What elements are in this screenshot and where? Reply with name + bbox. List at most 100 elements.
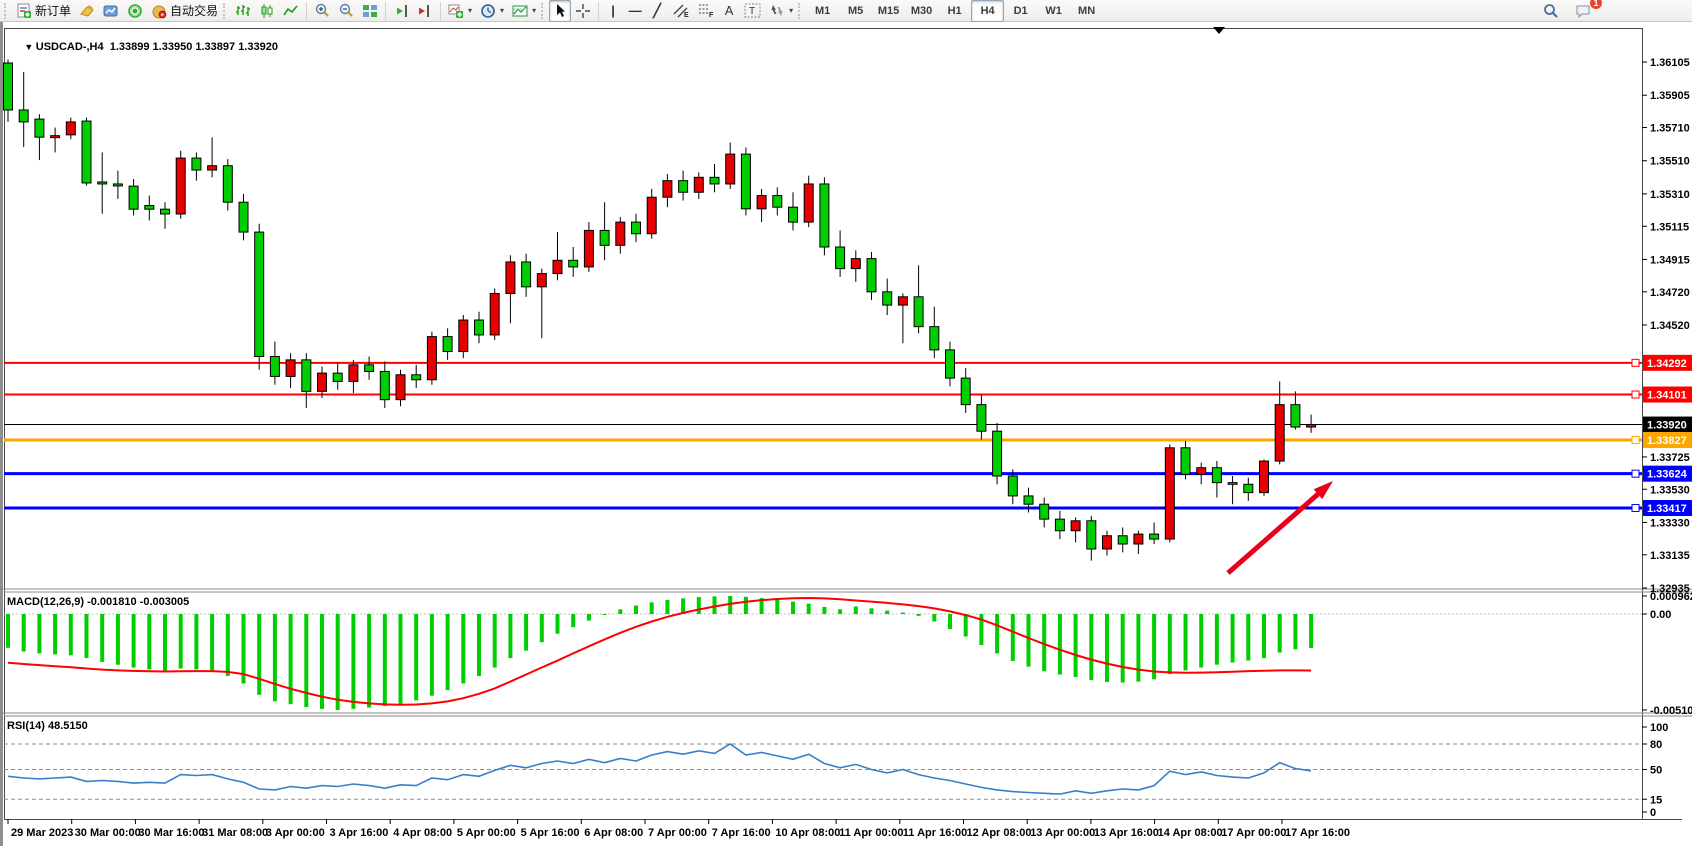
candle-body xyxy=(663,181,672,198)
candle-body xyxy=(129,186,138,209)
price-line-label-text: 1.33624 xyxy=(1647,469,1688,481)
svg-text:F: F xyxy=(709,12,714,18)
toolbar-grip[interactable] xyxy=(798,3,803,19)
timeframe-mn-button[interactable]: MN xyxy=(1070,0,1103,22)
candle-body xyxy=(679,181,688,193)
candle-body xyxy=(1228,483,1237,485)
candle-body xyxy=(789,207,798,222)
macd-histogram-bar xyxy=(336,614,340,710)
equidistant-channel-icon: E xyxy=(672,3,689,18)
macd-histogram-bar xyxy=(1168,614,1172,674)
timeframe-h1-button[interactable]: H1 xyxy=(938,0,971,22)
zoom-in-button[interactable] xyxy=(310,0,334,22)
bar-chart-icon xyxy=(235,3,251,19)
auto-trading-button[interactable]: 自动交易 xyxy=(147,0,222,22)
templates-button[interactable]: ▾ xyxy=(508,0,540,22)
chart-shift-button[interactable] xyxy=(413,0,437,22)
cursor-icon xyxy=(553,3,567,18)
candlestick-chart-button[interactable] xyxy=(255,0,279,22)
macd-histogram-bar xyxy=(69,614,73,655)
timeframe-h4-button[interactable]: H4 xyxy=(971,0,1004,22)
vertical-line-button[interactable]: | xyxy=(602,0,624,22)
macd-histogram-bar xyxy=(1105,614,1109,682)
price-line-label-text: 1.33920 xyxy=(1647,420,1687,432)
candle-body xyxy=(836,247,845,269)
periods-button[interactable]: ▾ xyxy=(476,0,508,22)
macd-histogram-bar xyxy=(540,614,544,642)
candle-body xyxy=(616,222,625,245)
candle-body xyxy=(192,158,201,170)
terminal-icon xyxy=(103,3,119,19)
signals-icon xyxy=(127,3,143,19)
timeframe-d1-button[interactable]: D1 xyxy=(1004,0,1037,22)
candle-body xyxy=(1181,448,1190,475)
symbol-dropdown-icon[interactable]: ▼ xyxy=(24,42,35,52)
horizontal-line-button[interactable]: — xyxy=(624,0,646,22)
timeframe-m30-button[interactable]: M30 xyxy=(905,0,938,22)
candle-body xyxy=(773,196,782,208)
candle-body xyxy=(396,375,405,400)
text-button[interactable]: A xyxy=(718,0,740,22)
text-label-button[interactable]: T xyxy=(740,0,765,22)
timeframe-m1-button[interactable]: M1 xyxy=(806,0,839,22)
trendline-button[interactable]: ╱ xyxy=(646,0,668,22)
text-label-icon: T xyxy=(744,3,761,18)
candle-body xyxy=(1134,534,1143,544)
candle-body xyxy=(113,184,122,186)
candle-body xyxy=(1055,519,1064,531)
macd-histogram-bar xyxy=(461,614,465,684)
tile-windows-button[interactable] xyxy=(358,0,382,22)
time-axis-label: 5 Apr 16:00 xyxy=(521,827,580,839)
chevron-down-icon: ▾ xyxy=(500,6,504,15)
macd-histogram-bar xyxy=(1246,614,1250,661)
search-icon xyxy=(1543,3,1559,19)
toolbar-grip[interactable] xyxy=(541,3,546,19)
time-axis-label: 11 Apr 00:00 xyxy=(839,827,903,839)
search-button[interactable] xyxy=(1539,0,1563,22)
time-axis-label: 13 Apr 16:00 xyxy=(1094,827,1159,839)
time-axis-label: 3 Apr 00:00 xyxy=(266,827,325,839)
candle-body xyxy=(318,373,327,391)
toolbar-grip[interactable] xyxy=(4,3,9,19)
candle-body xyxy=(867,259,876,292)
timeframe-m5-button[interactable]: M5 xyxy=(839,0,872,22)
terminal-button[interactable] xyxy=(99,0,123,22)
equidistant-channel-button[interactable]: E xyxy=(668,0,693,22)
crosshair-button[interactable] xyxy=(571,0,595,22)
metaeditor-icon xyxy=(79,3,95,19)
signals-button[interactable] xyxy=(123,0,147,22)
bar-chart-button[interactable] xyxy=(231,0,255,22)
time-axis-label: 17 Apr 00:00 xyxy=(1221,827,1286,839)
time-axis[interactable]: 29 Mar 202330 Mar 00:0030 Mar 16:0031 Ma… xyxy=(8,819,1350,839)
cursor-button[interactable] xyxy=(549,0,571,22)
timeframe-m15-button[interactable]: M15 xyxy=(872,0,905,22)
macd-histogram-bar xyxy=(995,614,999,653)
candle-body xyxy=(741,154,750,209)
mt4-terminal: 新订单 自动交易 xyxy=(0,0,1692,846)
candle-body xyxy=(1103,536,1112,549)
candle-body xyxy=(1118,536,1127,544)
macd-histogram-bar xyxy=(665,600,669,614)
candle-body xyxy=(1087,521,1096,549)
macd-histogram-bar xyxy=(430,614,434,696)
notifications-button[interactable]: 1 xyxy=(1571,0,1596,22)
metaeditor-button[interactable] xyxy=(75,0,99,22)
arrows-button[interactable]: ▾ xyxy=(765,0,797,22)
macd-histogram-bar xyxy=(524,614,528,651)
price-axis-tick: 1.32935 xyxy=(1650,583,1690,595)
line-chart-button[interactable] xyxy=(279,0,303,22)
chevron-down-icon: ▾ xyxy=(468,6,472,15)
timeframe-w1-button[interactable]: W1 xyxy=(1037,0,1070,22)
indicators-button[interactable]: ▾ xyxy=(444,0,476,22)
time-axis-label: 3 Apr 16:00 xyxy=(330,827,389,839)
zoom-out-button[interactable] xyxy=(334,0,358,22)
auto-scroll-button[interactable] xyxy=(389,0,413,22)
toolbar-grip[interactable] xyxy=(223,3,228,19)
candle-body xyxy=(365,365,374,372)
crosshair-icon xyxy=(575,3,591,19)
chart-canvas[interactable]: 10080501500.0009620.00-0.0051071.361051.… xyxy=(0,0,1692,846)
candle-body xyxy=(914,297,923,327)
price-axis-tick: 1.36105 xyxy=(1650,57,1690,69)
new-order-button[interactable]: 新订单 xyxy=(12,0,75,22)
fibonacci-button[interactable]: F xyxy=(693,0,718,22)
